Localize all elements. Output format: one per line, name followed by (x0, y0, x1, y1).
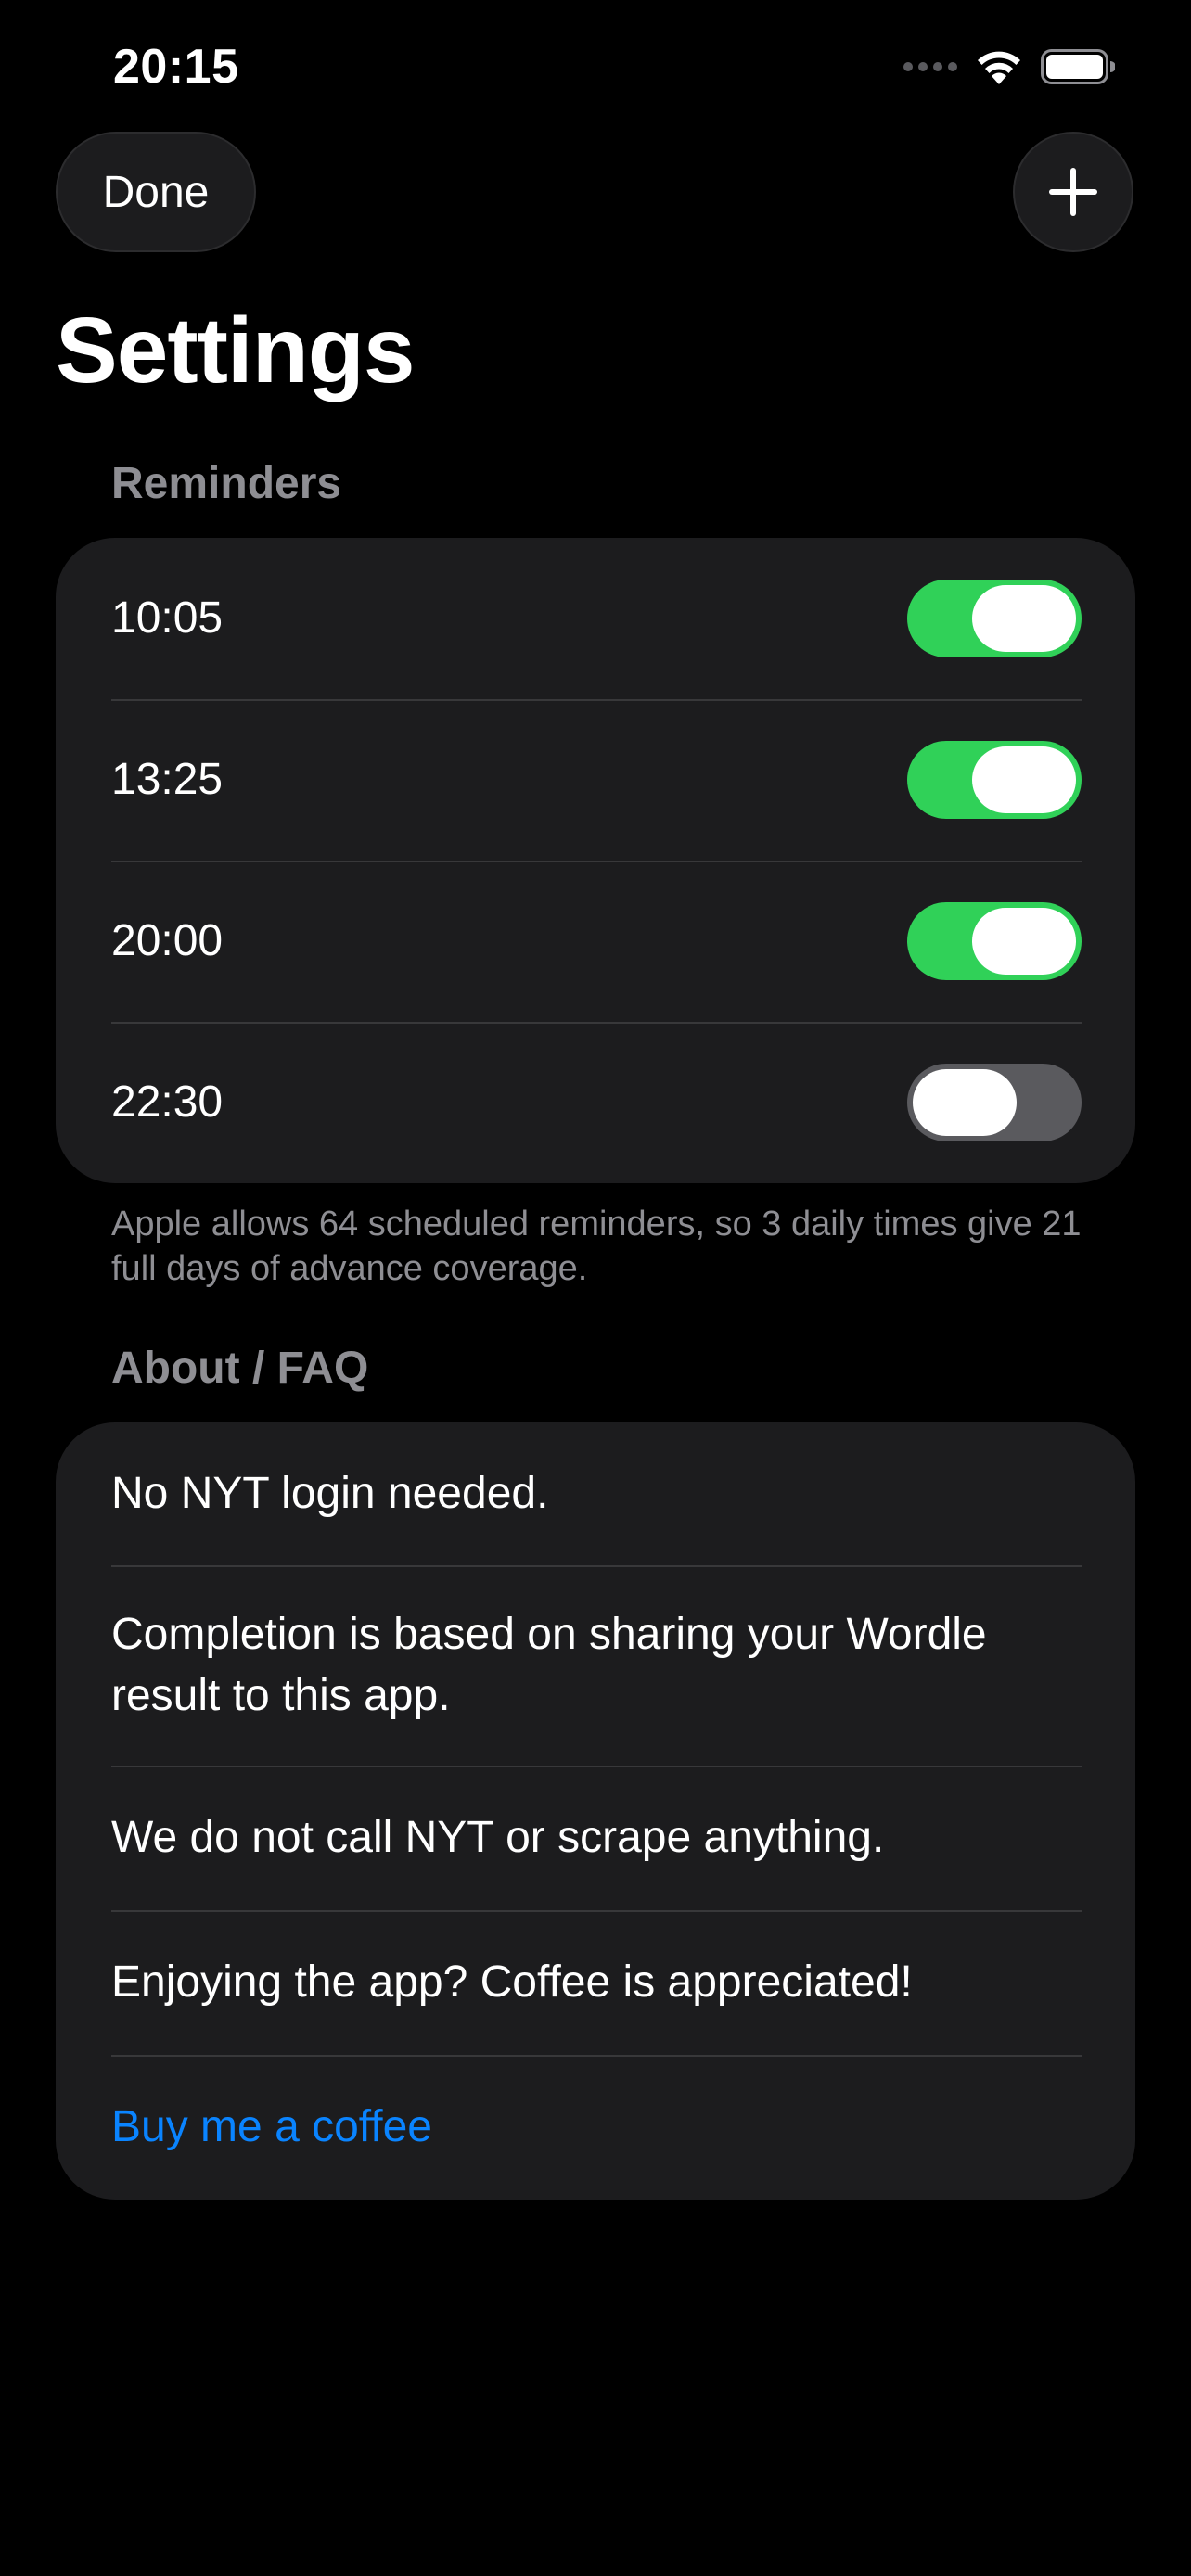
faq-item-text: No NYT login needed. (111, 1469, 549, 1518)
toggle-knob (972, 746, 1076, 813)
reminder-row: 20:00 (56, 861, 1135, 1022)
page-title: Settings (56, 299, 415, 402)
wifi-icon (978, 51, 1020, 84)
faq-item-text: Enjoying the app? Coffee is appreciated! (111, 1958, 913, 2007)
reminders-section-header: Reminders (111, 459, 342, 508)
reminder-time: 22:30 (111, 1078, 224, 1127)
faq-card: No NYT login needed. Completion is based… (56, 1422, 1135, 2200)
buy-coffee-row[interactable]: Buy me a coffee (56, 2055, 1135, 2200)
reminder-toggle[interactable] (907, 1064, 1082, 1141)
status-bar: 20:15 (0, 0, 1191, 130)
reminders-footnote: Apple allows 64 scheduled reminders, so … (111, 1205, 1082, 1288)
status-icons (903, 45, 1115, 89)
faq-item: Enjoying the app? Coffee is appreciated! (56, 1910, 1135, 2055)
reminder-toggle[interactable] (907, 741, 1082, 819)
reminder-time: 20:00 (111, 916, 224, 965)
battery-icon (1041, 49, 1115, 84)
plus-icon (1049, 168, 1097, 216)
reminder-toggle[interactable] (907, 580, 1082, 657)
faq-item-text: Completion is based on sharing your Word… (111, 1610, 987, 1720)
reminder-time: 10:05 (111, 593, 224, 643)
faq-item: We do not call NYT or scrape anything. (56, 1766, 1135, 1910)
faq-item: Completion is based on sharing your Word… (56, 1565, 1135, 1766)
reminder-toggle[interactable] (907, 902, 1082, 980)
add-button[interactable] (1013, 132, 1133, 252)
reminder-row: 22:30 (56, 1022, 1135, 1183)
reminders-card: 10:05 13:25 20:00 22:30 (56, 538, 1135, 1183)
reminder-row: 13:25 (56, 699, 1135, 861)
toggle-knob (913, 1069, 1017, 1136)
cellular-signal-icon (903, 62, 957, 71)
buy-coffee-link[interactable]: Buy me a coffee (111, 2097, 1082, 2158)
faq-section-header: About / FAQ (111, 1344, 369, 1393)
faq-item-text: We do not call NYT or scrape anything. (111, 1813, 885, 1862)
faq-item: No NYT login needed. (56, 1422, 1135, 1565)
status-time: 20:15 (113, 40, 239, 94)
done-button[interactable]: Done (56, 132, 256, 252)
reminder-row: 10:05 (56, 538, 1135, 699)
reminder-time: 13:25 (111, 755, 224, 804)
toggle-knob (972, 908, 1076, 975)
toggle-knob (972, 585, 1076, 652)
